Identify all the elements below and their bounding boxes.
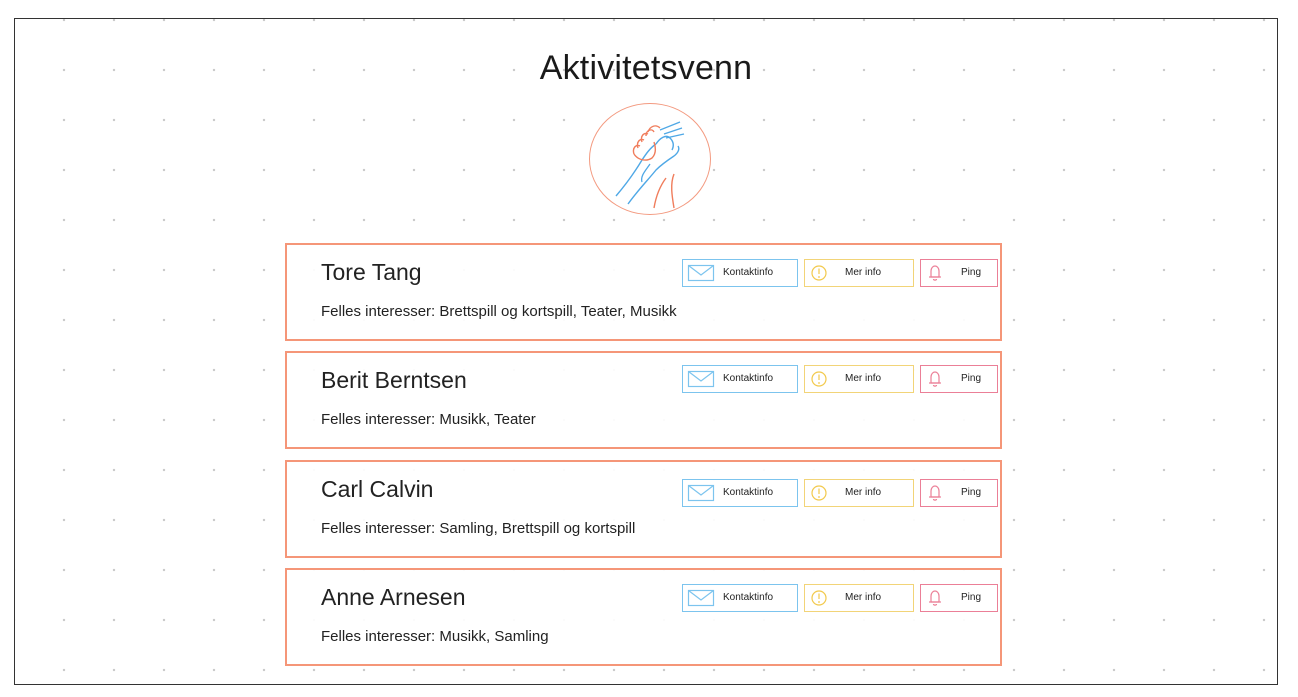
handshake-icon xyxy=(589,103,711,215)
bell-icon xyxy=(929,265,941,281)
contact-info-button[interactable]: Kontaktinfo xyxy=(682,365,798,393)
more-info-label: Mer info xyxy=(845,267,882,278)
info-icon xyxy=(811,590,827,606)
bell-icon xyxy=(929,485,941,501)
match-interests: Felles interesser: Musikk, Teater xyxy=(321,411,536,428)
ping-button[interactable]: Ping xyxy=(920,365,998,393)
contact-info-button[interactable]: Kontaktinfo xyxy=(682,479,798,507)
match-card: Carl Calvin Felles interesser: Samling, … xyxy=(285,460,1002,558)
info-icon xyxy=(811,485,827,501)
bell-icon xyxy=(929,371,941,387)
ping-label: Ping xyxy=(961,592,982,603)
app-canvas: Aktivitetsvenn Tore Tang Felles interess… xyxy=(14,18,1278,685)
contact-info-label: Kontaktinfo xyxy=(723,267,774,278)
match-interests: Felles interesser: Brettspill og kortspi… xyxy=(321,303,677,320)
page-title: Aktivitetsvenn xyxy=(539,49,753,87)
info-icon xyxy=(811,265,827,281)
more-info-button[interactable]: Mer info xyxy=(804,584,914,612)
envelope-icon xyxy=(687,264,715,282)
match-name: Berit Berntsen xyxy=(321,367,467,393)
contact-info-button[interactable]: Kontaktinfo xyxy=(682,259,798,287)
more-info-label: Mer info xyxy=(845,487,882,498)
ping-label: Ping xyxy=(961,373,982,384)
match-name: Tore Tang xyxy=(321,259,422,285)
match-name: Carl Calvin xyxy=(321,476,434,502)
match-interests: Felles interesser: Musikk, Samling xyxy=(321,628,549,645)
ping-button[interactable]: Ping xyxy=(920,584,998,612)
more-info-button[interactable]: Mer info xyxy=(804,365,914,393)
match-card: Tore Tang Felles interesser: Brettspill … xyxy=(285,243,1002,341)
more-info-label: Mer info xyxy=(845,592,882,603)
contact-info-label: Kontaktinfo xyxy=(723,592,774,603)
ping-button[interactable]: Ping xyxy=(920,259,998,287)
match-interests: Felles interesser: Samling, Brettspill o… xyxy=(321,520,636,537)
envelope-icon xyxy=(687,589,715,607)
ping-label: Ping xyxy=(961,267,982,278)
more-info-button[interactable]: Mer info xyxy=(804,479,914,507)
more-info-label: Mer info xyxy=(845,373,882,384)
info-icon xyxy=(811,371,827,387)
envelope-icon xyxy=(687,370,715,388)
contact-info-button[interactable]: Kontaktinfo xyxy=(682,584,798,612)
match-card: Anne Arnesen Felles interesser: Musikk, … xyxy=(285,568,1002,666)
contact-info-label: Kontaktinfo xyxy=(723,373,774,384)
contact-info-label: Kontaktinfo xyxy=(723,487,774,498)
ping-button[interactable]: Ping xyxy=(920,479,998,507)
match-name: Anne Arnesen xyxy=(321,584,466,610)
match-card: Berit Berntsen Felles interesser: Musikk… xyxy=(285,351,1002,449)
bell-icon xyxy=(929,590,941,606)
ping-label: Ping xyxy=(961,487,982,498)
envelope-icon xyxy=(687,484,715,502)
more-info-button[interactable]: Mer info xyxy=(804,259,914,287)
